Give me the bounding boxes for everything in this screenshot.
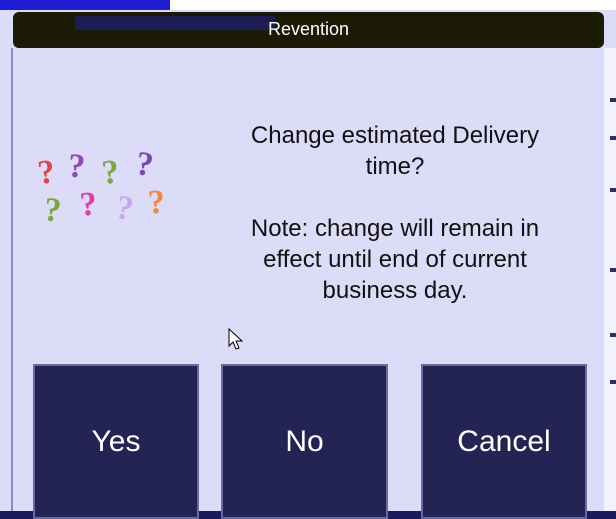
question-marks-icon: ? ? ? ? ? ? ? ? xyxy=(35,145,186,254)
note-line: Note: change will remain in xyxy=(250,215,540,242)
question-mark-glyph: ? xyxy=(35,153,58,193)
question-mark-glyph: ? xyxy=(113,188,137,229)
border-tick xyxy=(610,380,616,384)
border-tick xyxy=(610,333,616,337)
confirm-dialog: Revention ? ? ? ? ? ? ? ? Change estimat… xyxy=(0,10,616,519)
question-mark-glyph: ? xyxy=(78,185,99,224)
dialog-right-border xyxy=(604,48,616,511)
question-mark-glyph: ? xyxy=(133,145,156,185)
no-button[interactable]: No xyxy=(221,364,388,519)
border-tick xyxy=(610,268,616,272)
note-line: effect until end of current xyxy=(263,246,527,273)
question-mark-glyph: ? xyxy=(146,183,167,222)
border-tick xyxy=(610,136,616,140)
yes-button[interactable]: Yes xyxy=(33,364,199,519)
question-mark-glyph: ? xyxy=(66,147,87,186)
message-gap xyxy=(210,182,580,213)
message-line: Change estimated Delivery xyxy=(250,122,540,149)
note-line: business day. xyxy=(322,277,468,304)
dialog-titlebar: Revention xyxy=(13,12,604,48)
question-mark-glyph: ? xyxy=(42,191,63,230)
dialog-title: Revention xyxy=(267,19,350,39)
border-tick xyxy=(610,98,616,102)
border-tick xyxy=(610,188,616,192)
dialog-message: Change estimated Delivery time? Note: ch… xyxy=(210,120,580,306)
question-mark-glyph: ? xyxy=(100,153,121,192)
dialog-left-border xyxy=(11,48,13,511)
message-line: time? xyxy=(365,153,425,180)
mouse-cursor-icon xyxy=(228,328,244,350)
cancel-button[interactable]: Cancel xyxy=(421,364,587,519)
